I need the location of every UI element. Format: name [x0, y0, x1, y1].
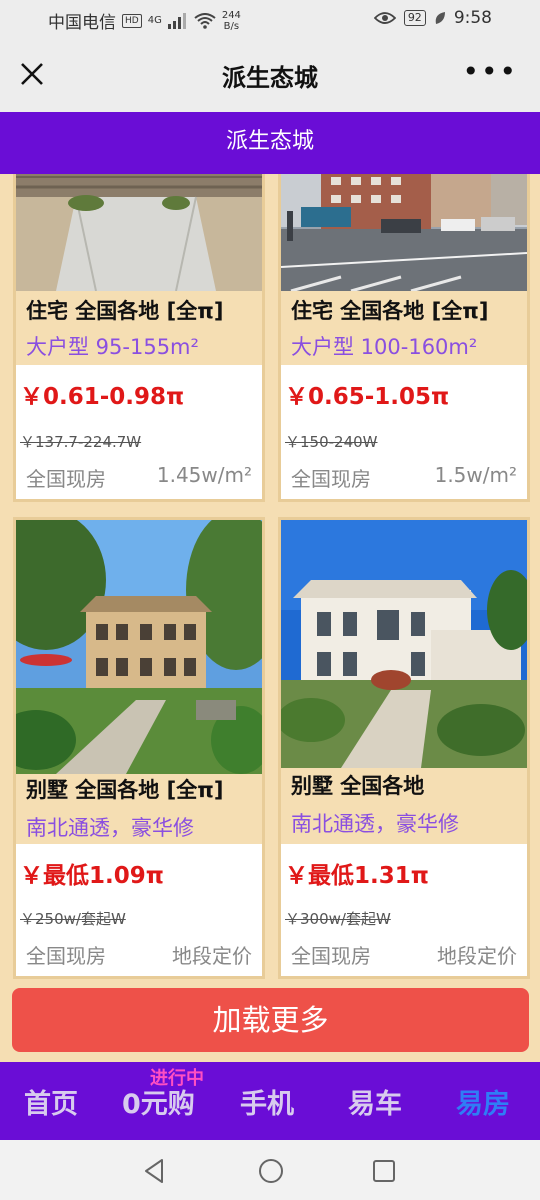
property-card[interactable]: 住宅 全国各地 [全π] 大户型 100-160m² ￥0.65-1.05π ￥…	[278, 174, 530, 502]
property-image	[16, 174, 262, 291]
battery-icon: 92	[403, 10, 426, 26]
property-description: 南北通透，豪华修	[26, 816, 194, 840]
property-description: 南北通透，豪华修	[291, 812, 459, 836]
carrier-label: 中国电信	[48, 13, 116, 33]
original-price: ￥150-240W	[285, 433, 378, 451]
recents-icon[interactable]	[372, 1159, 396, 1183]
price-panel: ￥最低1.09π ￥250w/套起W 全国现房 地段定价	[16, 844, 262, 976]
property-image	[16, 520, 262, 774]
speed-unit: B/s	[223, 20, 240, 32]
property-card[interactable]: 住宅 全国各地 [全π] 大户型 95-155m² ￥0.61-0.98π ￥1…	[13, 174, 265, 502]
price: ￥最低1.09π	[20, 863, 164, 889]
page-title: 派生态城	[222, 64, 318, 92]
clock: 9:58	[453, 8, 492, 28]
leaf-icon	[435, 12, 445, 24]
property-type: 别墅 全国各地 [全π]	[26, 778, 224, 802]
price-panel: ￥0.65-1.05π ￥150-240W 全国现房 1.5w/m²	[281, 365, 527, 499]
title-bar: 派生态城 •••	[0, 36, 540, 112]
unit-price: 地段定价	[172, 944, 252, 968]
unit-price: 地段定价	[437, 944, 517, 968]
location-label: 全国现房	[291, 467, 371, 491]
load-more-button[interactable]: 加载更多	[12, 988, 529, 1052]
status-bar: 中国电信 HD 4G 244 B/s 92 9:58	[0, 0, 540, 36]
nav-item-home[interactable]: 首页	[24, 1082, 78, 1121]
property-card[interactable]: 别墅 全国各地 [全π] 南北通透，豪华修 ￥最低1.09π ￥250w/套起W…	[13, 517, 265, 979]
property-image	[281, 520, 527, 768]
property-type: 别墅 全国各地	[291, 774, 425, 798]
original-price: ￥300w/套起W	[285, 910, 391, 928]
property-type: 住宅 全国各地 [全π]	[26, 299, 224, 323]
price: ￥0.65-1.05π	[285, 384, 450, 410]
site-header-banner: 派生态城	[0, 112, 540, 174]
nav-item-house[interactable]: 易房	[456, 1082, 510, 1121]
location-label: 全国现房	[291, 944, 371, 968]
price-panel: ￥最低1.31π ￥300w/套起W 全国现房 地段定价	[281, 844, 527, 976]
bottom-nav: 首页 0元购 进行中 手机 易车 易房	[0, 1062, 540, 1140]
price: ￥最低1.31π	[285, 863, 429, 889]
price-panel: ￥0.61-0.98π ￥137.7-224.7W 全国现房 1.45w/m²	[16, 365, 262, 499]
network-speed: 244 B/s	[222, 10, 241, 32]
speed-value: 244	[221, 9, 241, 21]
property-card[interactable]: 别墅 全国各地 南北通透，豪华修 ￥最低1.31π ￥300w/套起W 全国现房…	[278, 517, 530, 979]
eye-icon	[373, 12, 396, 24]
original-price: ￥250w/套起W	[20, 910, 126, 928]
location-label: 全国现房	[26, 467, 106, 491]
system-nav-bar	[0, 1140, 540, 1200]
nav-item-car[interactable]: 易车	[348, 1082, 402, 1121]
location-label: 全国现房	[26, 944, 106, 968]
unit-price: 1.45w/m²	[156, 463, 252, 487]
unit-price: 1.5w/m²	[434, 463, 517, 487]
home-icon[interactable]	[257, 1157, 285, 1185]
property-description: 大户型 95-155m²	[26, 335, 199, 359]
property-image	[281, 174, 527, 291]
network-type: 4G	[147, 15, 162, 26]
nav-item-phone[interactable]: 手机	[240, 1082, 294, 1121]
wifi-icon	[194, 12, 216, 29]
property-description: 大户型 100-160m²	[291, 335, 478, 359]
hd-icon: HD	[122, 13, 142, 28]
more-menu-button[interactable]: •••	[462, 58, 518, 86]
signal-icon	[167, 12, 186, 29]
property-type: 住宅 全国各地 [全π]	[291, 299, 489, 323]
status-badge: 进行中	[150, 1068, 204, 1089]
original-price: ￥137.7-224.7W	[20, 433, 142, 451]
property-list[interactable]: 住宅 全国各地 [全π] 大户型 95-155m² ￥0.61-0.98π ￥1…	[0, 174, 540, 1062]
back-icon[interactable]	[142, 1158, 166, 1184]
price: ￥0.61-0.98π	[20, 384, 185, 410]
